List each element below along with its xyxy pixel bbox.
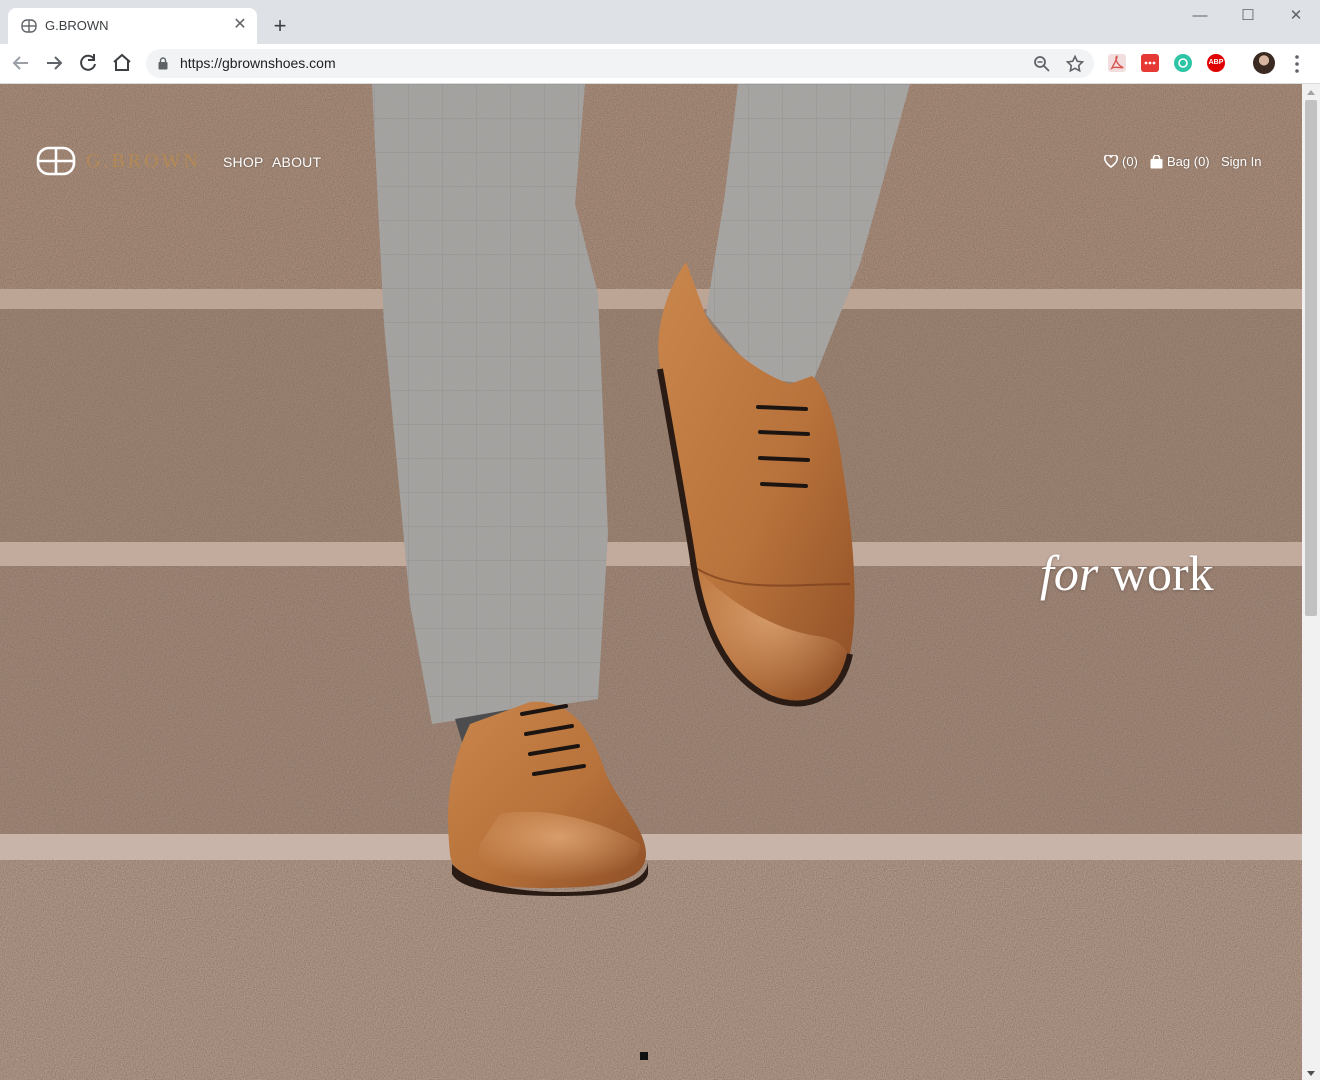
wishlist-link[interactable]: (0): [1104, 154, 1138, 169]
back-icon[interactable]: [8, 50, 34, 76]
page-viewport: G.BROWN SHOP ABOUT (0) Bag (0) Sign In f…: [0, 84, 1302, 1080]
carousel-indicator[interactable]: [640, 1052, 648, 1060]
nav-about[interactable]: ABOUT: [272, 154, 321, 170]
brand-wordmark[interactable]: G.BROWN: [86, 150, 201, 173]
new-tab-button[interactable]: +: [268, 14, 292, 38]
browser-tab[interactable]: G.BROWN ✕: [8, 8, 257, 44]
tagline-rest: work: [1098, 545, 1214, 601]
wishlist-count: (0): [1122, 154, 1138, 169]
bookmark-star-icon[interactable]: [1065, 54, 1085, 74]
lock-icon[interactable]: [158, 57, 168, 70]
minimize-icon[interactable]: —: [1180, 4, 1220, 28]
heart-icon: [1104, 155, 1118, 168]
zoom-icon[interactable]: [1032, 54, 1052, 74]
abp-extension-icon[interactable]: ABP: [1207, 54, 1225, 72]
reload-icon[interactable]: [75, 50, 101, 76]
shopping-bag-icon: [1150, 154, 1163, 168]
address-bar[interactable]: https://gbrownshoes.com: [146, 49, 1094, 78]
gbrown-favicon-icon: [21, 19, 37, 33]
gbrown-logo-icon[interactable]: [36, 146, 76, 176]
tagline-italic: for: [1040, 545, 1099, 601]
green-circle-extension-icon[interactable]: [1174, 54, 1192, 72]
bag-label: Bag (0): [1167, 154, 1210, 169]
url-text: https://gbrownshoes.com: [180, 55, 336, 71]
hero-tagline: for work: [1040, 544, 1214, 602]
tab-title: G.BROWN: [45, 18, 109, 33]
pdf-extension-icon[interactable]: [1108, 54, 1126, 72]
profile-avatar[interactable]: [1253, 52, 1275, 74]
tab-close-icon[interactable]: ✕: [230, 15, 250, 35]
bag-link[interactable]: Bag (0): [1150, 154, 1210, 169]
maximize-icon[interactable]: ☐: [1228, 4, 1268, 28]
close-icon[interactable]: ✕: [1276, 4, 1316, 28]
ellipsis-extension-icon[interactable]: [1141, 54, 1159, 72]
scroll-thumb[interactable]: [1305, 100, 1317, 616]
forward-icon[interactable]: [41, 50, 67, 76]
page-scrollbar[interactable]: [1302, 84, 1320, 1080]
scroll-down-arrow-icon[interactable]: [1307, 1071, 1315, 1076]
scroll-up-arrow-icon[interactable]: [1307, 90, 1315, 95]
browser-toolbar: https://gbrownshoes.com ABP: [0, 44, 1320, 84]
tab-strip: G.BROWN ✕ + — ☐ ✕: [0, 0, 1320, 44]
nav-shop[interactable]: SHOP: [223, 154, 263, 170]
sign-in-link[interactable]: Sign In: [1221, 154, 1261, 169]
menu-dots-icon[interactable]: [1290, 53, 1304, 75]
home-icon[interactable]: [109, 50, 135, 76]
